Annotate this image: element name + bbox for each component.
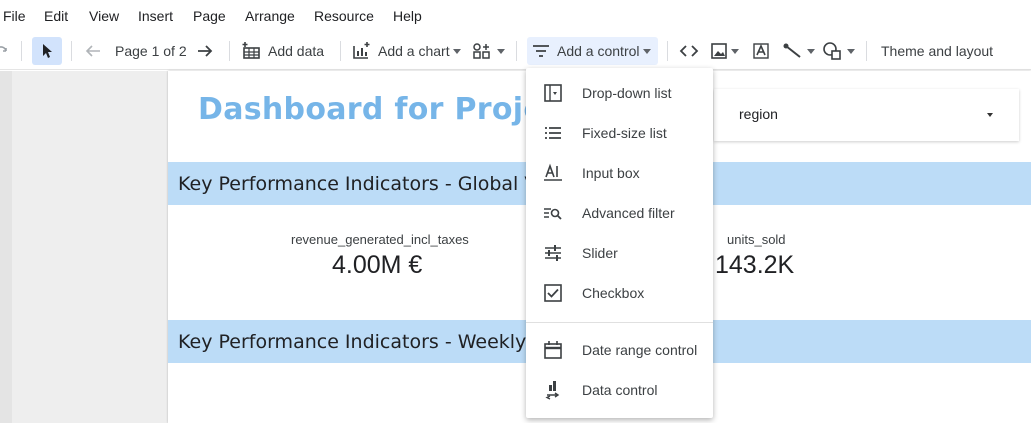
menu-item-label: Date range control: [582, 342, 698, 358]
kpi-revenue-label: revenue_generated_incl_taxes: [291, 232, 469, 247]
chevron-down-icon: [642, 48, 651, 54]
region-filter-label: region: [739, 106, 778, 122]
kpi-units-label: units_sold: [727, 232, 786, 247]
calendar-icon: [544, 341, 562, 359]
menu-arrange[interactable]: Arrange: [245, 8, 295, 24]
arrow-left-icon: [85, 45, 100, 57]
chevron-down-icon: [731, 48, 739, 54]
dropdown-list-icon: [544, 84, 562, 102]
line-button[interactable]: [782, 37, 815, 65]
text-box-icon: [753, 43, 769, 59]
toolbar: Page 1 of 2 Add data Add a chart Add a c…: [0, 32, 1031, 70]
add-data-icon: [242, 42, 260, 59]
cursor-icon: [43, 44, 52, 58]
theme-layout-button[interactable]: Theme and layout: [881, 37, 993, 65]
filter-icon: [533, 45, 549, 57]
menu-divider: [526, 322, 713, 323]
embed-url-button[interactable]: [679, 37, 701, 65]
menu-item-slider[interactable]: Slider: [526, 233, 713, 273]
slider-icon: [545, 245, 561, 261]
menu-item-fixed-size-list[interactable]: Fixed-size list: [526, 113, 713, 153]
chevron-down-icon: [452, 48, 461, 54]
menu-help[interactable]: Help: [393, 8, 422, 24]
select-tool-button[interactable]: [32, 37, 62, 65]
arrow-right-icon: [198, 45, 213, 57]
kpi-weekly-header-text: Key Performance Indicators - Weekly: [178, 331, 527, 353]
add-control-menu: Drop-down list Fixed-size list Input box…: [526, 68, 713, 418]
redo-button[interactable]: [0, 37, 12, 65]
list-icon: [545, 127, 561, 139]
region-filter-control[interactable]: region: [714, 89, 1019, 141]
menu-file[interactable]: File: [3, 8, 26, 24]
add-data-button[interactable]: Add data: [242, 37, 324, 65]
menu-bar: File Edit View Insert Page Arrange Resou…: [0, 0, 1031, 32]
menu-item-label: Data control: [582, 382, 658, 398]
kpi-units-value[interactable]: 143.2K: [715, 251, 794, 280]
theme-layout-label: Theme and layout: [881, 43, 994, 59]
text-button[interactable]: [752, 37, 772, 65]
menu-item-label: Fixed-size list: [582, 125, 667, 141]
kpi-revenue-value[interactable]: 4.00M €: [332, 251, 422, 280]
prev-page-button[interactable]: [84, 37, 106, 65]
redo-icon: [0, 46, 7, 52]
menu-item-data-control[interactable]: Data control: [526, 370, 713, 410]
add-chart-button[interactable]: Add a chart: [352, 37, 461, 65]
menu-item-label: Drop-down list: [582, 85, 672, 101]
code-icon: [679, 45, 699, 57]
shape-button[interactable]: [822, 37, 855, 65]
kpi-global-header-text: Key Performance Indicators - Global V: [178, 173, 538, 195]
advanced-filter-icon: [544, 208, 562, 220]
chevron-down-icon: [847, 48, 855, 54]
left-panel-edge: [0, 71, 12, 423]
shape-icon: [823, 42, 841, 60]
add-control-button[interactable]: Add a control: [527, 37, 658, 65]
menu-page[interactable]: Page: [193, 8, 226, 24]
image-icon: [711, 43, 727, 59]
menu-item-input-box[interactable]: Input box: [526, 153, 713, 193]
line-icon: [783, 43, 801, 58]
menu-item-label: Input box: [582, 165, 640, 181]
menu-item-date-range-control[interactable]: Date range control: [526, 330, 713, 370]
page-indicator-label: Page 1 of 2: [115, 43, 187, 59]
add-component-button[interactable]: [472, 37, 505, 65]
add-control-label: Add a control: [557, 43, 640, 59]
menu-item-label: Advanced filter: [582, 205, 675, 221]
checkbox-icon: [544, 284, 562, 302]
components-icon: [473, 43, 490, 59]
menu-item-dropdown-list[interactable]: Drop-down list: [526, 73, 713, 113]
menu-edit[interactable]: Edit: [44, 8, 68, 24]
input-box-icon: [544, 163, 562, 181]
menu-view[interactable]: View: [89, 8, 119, 24]
add-chart-label: Add a chart: [378, 43, 450, 59]
menu-insert[interactable]: Insert: [138, 8, 173, 24]
menu-item-advanced-filter[interactable]: Advanced filter: [526, 193, 713, 233]
data-control-icon: [545, 381, 560, 400]
report-title[interactable]: Dashboard for Project: [198, 92, 577, 127]
page-indicator[interactable]: Page 1 of 2: [115, 37, 187, 65]
chevron-down-icon: [987, 113, 993, 117]
menu-item-label: Checkbox: [582, 285, 645, 301]
menu-item-checkbox[interactable]: Checkbox: [526, 273, 713, 313]
menu-resource[interactable]: Resource: [314, 8, 374, 24]
image-button[interactable]: [710, 37, 739, 65]
chevron-down-icon: [497, 48, 505, 54]
add-chart-icon: [353, 42, 370, 59]
menu-item-label: Slider: [582, 245, 618, 261]
chevron-down-icon: [807, 48, 815, 54]
next-page-button[interactable]: [196, 37, 218, 65]
add-data-label: Add data: [268, 43, 325, 59]
